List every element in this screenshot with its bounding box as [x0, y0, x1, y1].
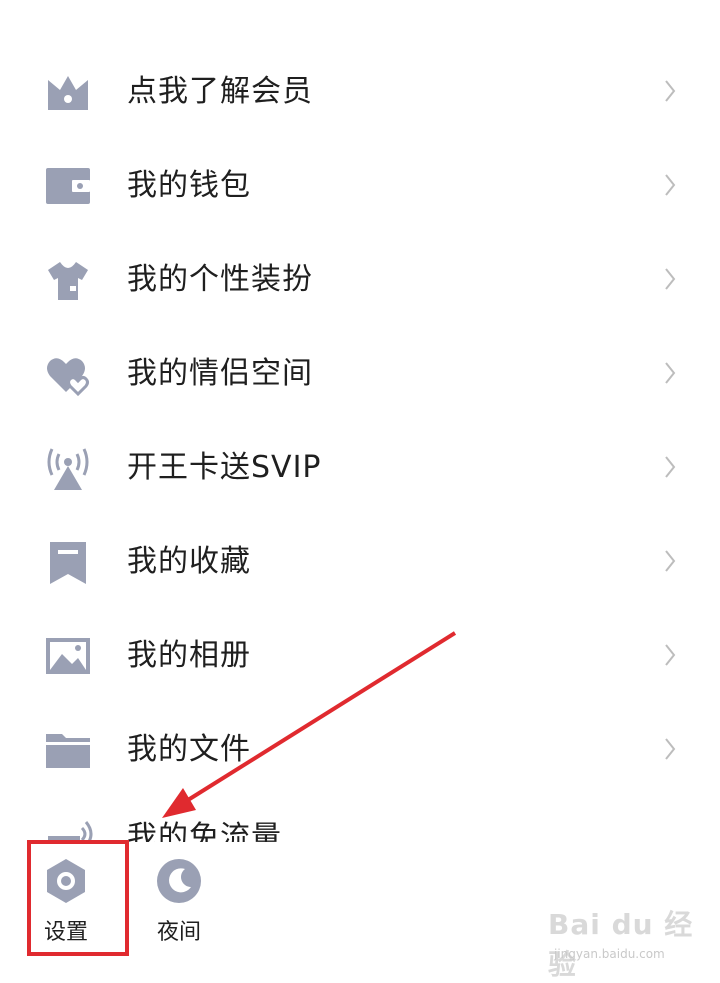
baidu-jingyan-watermark: Bai du 经验 jingyan.baidu.com	[548, 903, 708, 981]
chevron-right-icon	[663, 736, 677, 762]
menu-item-label: 点我了解会员	[127, 74, 313, 109]
menu-item-vip[interactable]: 点我了解会员	[0, 45, 720, 139]
tshirt-icon	[44, 256, 92, 304]
chevron-right-icon	[663, 266, 677, 292]
menu-item-label: 我的文件	[127, 732, 251, 767]
menu-item-king-card[interactable]: 开王卡送SVIP	[0, 421, 720, 515]
chevron-right-icon	[663, 78, 677, 104]
chevron-right-icon	[663, 548, 677, 574]
chevron-right-icon	[663, 172, 677, 198]
crown-icon	[44, 68, 92, 116]
chevron-right-icon	[663, 454, 677, 480]
night-label: 夜间	[156, 920, 201, 945]
bookmark-icon	[44, 538, 92, 586]
menu-item-label: 我的钱包	[127, 168, 251, 203]
menu-item-favorites[interactable]: 我的收藏	[0, 515, 720, 609]
signal-tower-icon	[44, 444, 92, 492]
menu-item-dress-up[interactable]: 我的个性装扮	[0, 233, 720, 327]
menu-item-label: 开王卡送SVIP	[127, 450, 322, 485]
menu-item-wallet[interactable]: 我的钱包	[0, 139, 720, 233]
watermark-brand: Bai du 经验	[548, 908, 694, 981]
menu-item-files[interactable]: 我的文件	[0, 703, 720, 797]
menu-item-label: 我的免流量	[127, 820, 282, 842]
menu-item-label: 我的个性装扮	[127, 262, 313, 297]
annotation-highlight-box	[27, 840, 129, 956]
photo-album-icon	[44, 632, 92, 680]
wallet-icon	[44, 162, 92, 210]
menu-item-label: 我的情侣空间	[127, 356, 313, 391]
chevron-right-icon	[663, 642, 677, 668]
couple-hearts-icon	[44, 350, 92, 398]
menu-item-album[interactable]: 我的相册	[0, 609, 720, 703]
menu-item-couple-space[interactable]: 我的情侣空间	[0, 327, 720, 421]
menu-item-free-data[interactable]: 我的免流量	[0, 812, 720, 842]
menu-item-label: 我的收藏	[127, 544, 251, 579]
watermark-url: jingyan.baidu.com	[554, 947, 665, 961]
folder-icon	[44, 726, 92, 774]
night-mode-button[interactable]: 夜间	[133, 842, 213, 962]
moon-icon	[155, 857, 203, 905]
chevron-right-icon	[663, 360, 677, 386]
free-data-icon	[44, 818, 96, 842]
menu-list: 点我了解会员 我的钱包 我的个性装扮 我的情侣空间 开王卡送SVIP 我的收藏 …	[0, 45, 720, 797]
menu-item-label: 我的相册	[127, 638, 251, 673]
